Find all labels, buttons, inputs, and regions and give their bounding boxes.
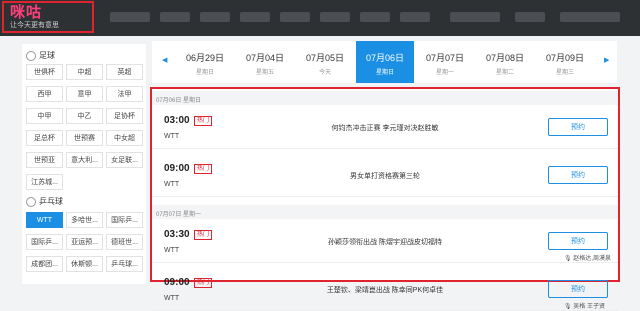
sport-chip[interactable]: 中超 — [66, 64, 103, 80]
sport-chip[interactable]: 乒乓球... — [106, 256, 143, 272]
reserve-button[interactable]: 预约 — [548, 166, 608, 184]
commentator-note: 🎙 吴格 王子贤 — [564, 304, 605, 310]
category-table-tennis: 乒乓球 — [26, 196, 63, 207]
logo-main-text: 咪咕 — [10, 4, 43, 21]
date-label: 07月08日 — [485, 53, 525, 63]
nav-item[interactable] — [240, 12, 270, 22]
match-row: 03:00 热门 WTT 何钧杰冲击正赛 李元瑾对决赵胜敏 预约 — [152, 105, 618, 149]
nav-item[interactable] — [560, 12, 620, 22]
date-tab[interactable]: 07月05日今天 — [296, 41, 354, 83]
chevron-right-icon[interactable]: ▶ — [604, 56, 609, 64]
sport-chip[interactable]: 足协杯 — [106, 108, 143, 124]
weekday-label: 星期二 — [495, 70, 514, 76]
date-tab[interactable]: 07月07日星期一 — [416, 41, 474, 83]
logo[interactable]: 咪咕 让今天更有意思 — [2, 1, 94, 33]
sport-chip[interactable]: 休斯顿... — [66, 256, 103, 272]
date-label: 07月06日 — [365, 53, 405, 63]
sport-chip[interactable]: 江苏城... — [26, 174, 63, 190]
nav-item[interactable] — [360, 12, 390, 22]
sport-chip[interactable]: 西甲 — [26, 86, 63, 102]
sport-chip[interactable]: 中乙 — [66, 108, 103, 124]
sport-chip[interactable]: WTT — [26, 212, 63, 228]
match-league: WTT — [164, 295, 180, 302]
sport-chip[interactable]: 国际乒... — [106, 212, 143, 228]
date-label: 07月05日 — [305, 53, 345, 63]
day-header: 07月06日 星期日 — [152, 91, 618, 105]
sport-chip[interactable]: 世预亚 — [26, 152, 63, 168]
weekday-label: 星期日 — [375, 70, 394, 76]
nav-item[interactable] — [110, 12, 150, 22]
sport-chip[interactable]: 世俱杯 — [26, 64, 63, 80]
football-icon — [26, 50, 36, 61]
match-row: 09:00 热门 WTT 男女单打资格赛第三轮 预约 — [152, 153, 618, 197]
category-title: 乒乓球 — [39, 197, 63, 206]
weekday-label: 星期三 — [555, 70, 574, 76]
weekday-label: 星期五 — [255, 70, 274, 76]
category-title: 足球 — [39, 51, 55, 60]
match-league: WTT — [164, 133, 180, 140]
sport-chip[interactable]: 意大利... — [66, 152, 103, 168]
reserve-button[interactable]: 预约 — [548, 118, 608, 136]
match-league: WTT — [164, 247, 180, 254]
date-label: 06月29日 — [185, 53, 225, 63]
day-header: 07月07日 星期一 — [152, 205, 618, 219]
sport-chip[interactable]: 意甲 — [66, 86, 103, 102]
nav-item[interactable] — [400, 12, 430, 22]
sport-chip[interactable]: 世预赛 — [66, 130, 103, 146]
table-tennis-icon — [26, 196, 36, 207]
sport-chip[interactable]: 英超 — [106, 64, 143, 80]
sport-chip[interactable]: 国际乒... — [26, 234, 63, 250]
chevron-left-icon[interactable]: ◀ — [162, 56, 167, 64]
date-tab[interactable]: 07月04日星期五 — [236, 41, 294, 83]
sport-chip[interactable]: 亚运预... — [66, 234, 103, 250]
nav-item[interactable] — [280, 12, 310, 22]
sport-chip[interactable]: 成都团... — [26, 256, 63, 272]
weekday-label: 星期一 — [435, 70, 454, 76]
nav-item[interactable] — [515, 12, 545, 22]
sport-sidebar: 足球 世俱杯 中超 英超西甲 意甲 法甲中甲 中乙 足协杯足总杯 世预赛 中女超世预亚 意大利..… — [22, 44, 146, 284]
schedule-list: 07月06日 星期日 03:00 热门 WTT 何钧杰冲击正赛 李元瑾对决赵胜敏 预约 09… — [150, 87, 620, 311]
date-tab[interactable]: 07月06日星期日 — [356, 41, 414, 83]
commentator-note: 🎙 赵格达,周漠泉 — [564, 256, 611, 262]
match-row: 09:00 热门 WTT 王楚钦、梁靖崑出战 陈幸同PK何卓佳 预约 🎙 吴格 王子贤 — [152, 267, 618, 311]
date-label: 07月04日 — [245, 53, 285, 63]
date-bar: ◀ 06月29日 星期日 07月04日 星期五 07月05日 今天 07月06日 星期日 07月… — [152, 41, 617, 83]
sport-chip[interactable]: 足总杯 — [26, 130, 63, 146]
sport-chip[interactable]: 女足联... — [106, 152, 143, 168]
match-league: WTT — [164, 181, 180, 188]
logo-slogan: 让今天更有意思 — [10, 22, 59, 29]
date-label: 07月07日 — [425, 53, 465, 63]
nav-item[interactable] — [200, 12, 230, 22]
sport-chip[interactable]: 中甲 — [26, 108, 63, 124]
category-football: 足球 — [26, 50, 55, 61]
date-tab[interactable]: 06月29日星期日 — [176, 41, 234, 83]
sport-chip[interactable]: 中女超 — [106, 130, 143, 146]
sport-chip[interactable]: 多哈世... — [66, 212, 103, 228]
sport-chip[interactable]: 德班世... — [106, 234, 143, 250]
top-bar: 咪咕 让今天更有意思 — [0, 0, 640, 36]
date-label: 07月09日 — [545, 53, 585, 63]
weekday-label: 今天 — [318, 70, 331, 76]
weekday-label: 星期日 — [195, 70, 214, 76]
search-bar[interactable] — [450, 12, 500, 22]
sport-chip[interactable]: 法甲 — [106, 86, 143, 102]
nav-item[interactable] — [160, 12, 190, 22]
date-tab[interactable]: 07月08日星期二 — [476, 41, 534, 83]
date-tab[interactable]: 07月09日星期三 — [536, 41, 594, 83]
nav-item[interactable] — [320, 12, 350, 22]
match-row: 03:30 热门 WTT 孙颖莎领衔出战 陈熠宇迎战皮切福特 预约 🎙 赵格达,周漠泉 — [152, 219, 618, 263]
reserve-button[interactable]: 预约 — [548, 232, 608, 250]
reserve-button[interactable]: 预约 — [548, 280, 608, 298]
